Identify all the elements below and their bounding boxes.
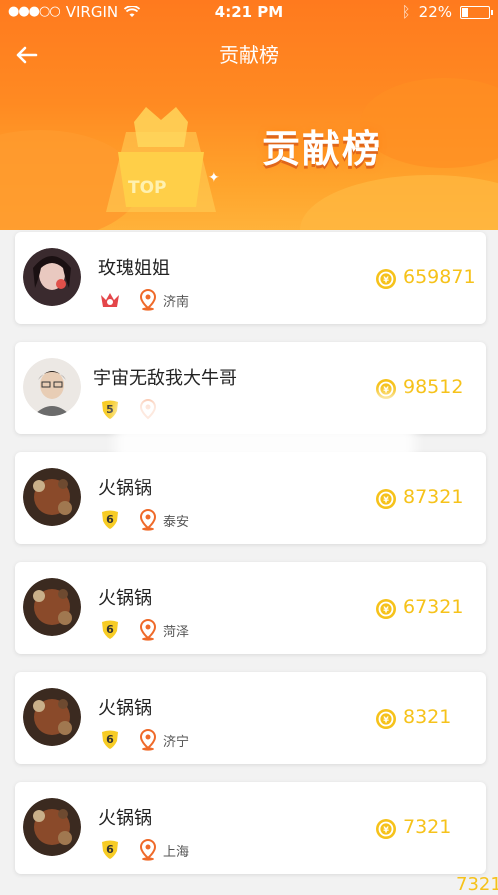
user-name: 宇宙无敌我大牛哥 bbox=[93, 368, 237, 389]
user-name: 玫瑰姐姐 bbox=[98, 258, 170, 279]
level-shield-icon: 6 bbox=[102, 730, 118, 749]
level-number: 6 bbox=[106, 733, 114, 746]
user-name: 火锅锅 bbox=[98, 808, 152, 829]
user-name: 火锅锅 bbox=[98, 698, 152, 719]
avatar bbox=[23, 688, 81, 746]
user-city: 菏泽 bbox=[163, 625, 190, 640]
location-pin-icon bbox=[139, 509, 157, 531]
location-pin-icon bbox=[139, 729, 157, 751]
location-pin-icon bbox=[139, 619, 157, 641]
avatar bbox=[23, 358, 81, 416]
user-city: 上海 bbox=[163, 845, 190, 860]
contribution-score: 98512 bbox=[403, 376, 464, 398]
ranking-row-partial: 7321 bbox=[15, 874, 498, 895]
battery-icon bbox=[460, 5, 493, 19]
coin-icon: ¥ bbox=[376, 269, 396, 289]
level-shield-icon: 6 bbox=[102, 620, 118, 639]
svg-text:✦: ✦ bbox=[208, 170, 220, 186]
user-city: 泰安 bbox=[163, 515, 190, 530]
page-title: 贡献榜 bbox=[219, 43, 279, 67]
ranking-row[interactable]: 火锅锅 6 济宁 ¥ 8321 bbox=[15, 672, 486, 764]
user-city: 济宁 bbox=[163, 735, 190, 750]
user-name: 火锅锅 bbox=[98, 588, 152, 609]
avatar bbox=[23, 578, 81, 636]
level-number: 6 bbox=[106, 843, 114, 856]
contribution-score: 8321 bbox=[403, 706, 452, 728]
header-banner: ●●●○○ VIRGIN 4:21 PM ᛒ 22% 贡献榜 + ✦ TOP 贡… bbox=[0, 0, 498, 230]
status-bar: ●●●○○ VIRGIN 4:21 PM ᛒ 22% bbox=[0, 0, 498, 24]
user-city: 济南 bbox=[163, 295, 190, 310]
svg-text:¥: ¥ bbox=[383, 496, 389, 505]
ranking-row[interactable]: 玫瑰姐姐 济南 ¥ 659871 bbox=[15, 232, 486, 324]
ranking-row[interactable]: 火锅锅 6 上海 ¥ 7321 bbox=[15, 782, 486, 874]
contribution-score: 659871 bbox=[403, 266, 476, 288]
svg-text:¥: ¥ bbox=[383, 826, 389, 835]
contribution-score: 67321 bbox=[403, 596, 464, 618]
avatar bbox=[23, 468, 81, 526]
bluetooth-icon: ᛒ bbox=[401, 3, 411, 21]
contribution-score: 87321 bbox=[403, 486, 464, 508]
crown-badge-icon bbox=[101, 293, 119, 307]
svg-text:¥: ¥ bbox=[383, 276, 389, 285]
level-number: 5 bbox=[106, 403, 114, 416]
battery-percent: 22% bbox=[418, 3, 452, 21]
coin-icon: ¥ bbox=[376, 819, 396, 839]
level-shield-icon: 6 bbox=[102, 840, 118, 859]
coin-icon: ¥ bbox=[376, 489, 396, 509]
svg-text:¥: ¥ bbox=[383, 386, 389, 395]
user-name: 火锅锅 bbox=[98, 478, 152, 499]
avatar bbox=[23, 798, 81, 856]
coin-icon: ¥ bbox=[376, 599, 396, 619]
coin-icon: ¥ bbox=[376, 709, 396, 729]
contribution-score: 7321 bbox=[403, 816, 452, 838]
top-label: TOP bbox=[128, 178, 167, 198]
svg-text:¥: ¥ bbox=[383, 716, 389, 725]
ranking-row[interactable]: 火锅锅 6 菏泽 ¥ 67321 bbox=[15, 562, 486, 654]
location-pin-icon bbox=[139, 289, 157, 311]
level-shield-icon: 6 bbox=[102, 510, 118, 529]
svg-text:¥: ¥ bbox=[383, 606, 389, 615]
blur-overlay bbox=[115, 395, 415, 475]
avatar bbox=[23, 248, 81, 306]
contribution-score: 7321 bbox=[456, 874, 498, 895]
level-number: 6 bbox=[106, 623, 114, 636]
level-number: 6 bbox=[106, 513, 114, 526]
banner-title: 贡献榜 bbox=[262, 127, 383, 171]
location-pin-icon bbox=[139, 839, 157, 861]
